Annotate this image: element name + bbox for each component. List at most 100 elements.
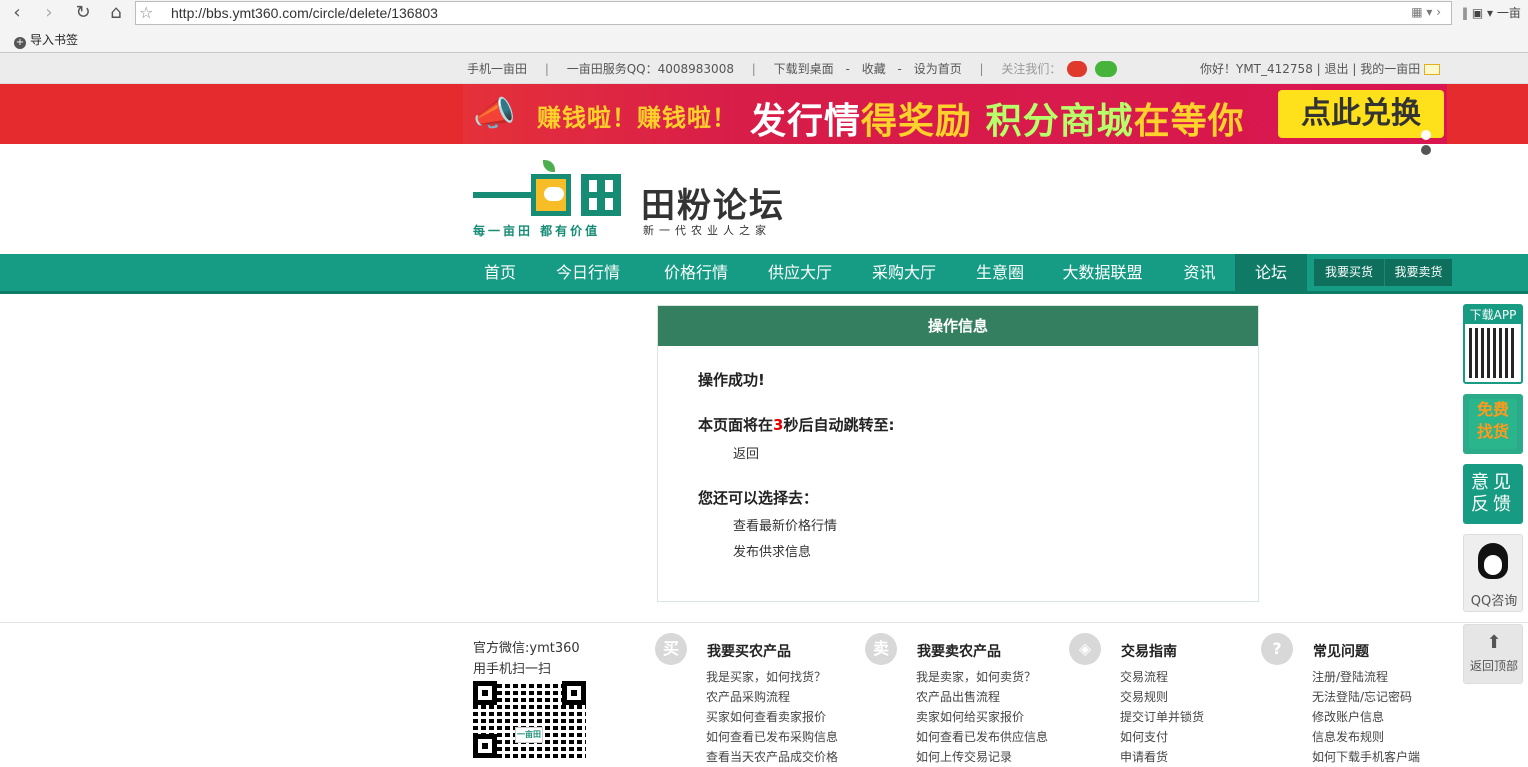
carousel-dot[interactable] [1421, 130, 1431, 140]
qq-consult-label: QQ咨询 [1470, 594, 1518, 609]
footer-link[interactable]: 查看当天农产品成交价格 [706, 747, 838, 767]
redirect-message: 本页面将在3秒后自动跳转至: [698, 414, 894, 435]
plus-icon: + [14, 37, 26, 49]
footer-link[interactable]: 申请看货 [1120, 747, 1204, 767]
publish-info-link[interactable]: 发布供求信息 [733, 541, 811, 560]
download-link[interactable]: 下载到桌面 [774, 62, 834, 76]
download-app-widget[interactable]: 下载APP [1463, 304, 1523, 384]
footer-col-title: 我要卖农产品 [917, 644, 1001, 660]
footer-link[interactable]: 农产品出售流程 [916, 687, 1048, 707]
redirect-prefix: 本页面将在 [698, 416, 774, 434]
qq-consult-button[interactable]: QQ咨询 [1463, 534, 1523, 612]
footer-link[interactable]: 如何支付 [1120, 727, 1204, 747]
nav-purchase-hall[interactable]: 采购大厅 [864, 254, 944, 291]
nav-news[interactable]: 资讯 [1172, 254, 1227, 291]
extension-area[interactable]: ‖ ▣ ▾ 一亩 [1462, 4, 1521, 21]
operation-info-panel: 操作信息 操作成功! 本页面将在3秒后自动跳转至: 返回 您还可以选择去： 查看… [657, 305, 1259, 602]
feedback-line2: 反馈 [1471, 494, 1515, 515]
feedback-line1: 意见 [1471, 472, 1515, 493]
free-find-goods-button[interactable]: 免费 找货 [1463, 394, 1523, 454]
homepage-link[interactable]: 设为首页 [914, 62, 962, 76]
reload-icon[interactable]: ↻ [72, 2, 94, 24]
address-bar[interactable]: ☆ http://bbs.ymt360.com/circle/delete/13… [135, 1, 1452, 25]
promo-banner[interactable]: 📣 赚钱啦！赚钱啦！ 发行情得奖励 积分商城在等你 点此兑换 [0, 84, 1528, 155]
qr-corner [562, 681, 586, 705]
download-app-label: 下载APP [1465, 306, 1521, 324]
footer-link[interactable]: 交易规则 [1120, 687, 1204, 707]
megaphone-icon: 📣 [473, 94, 516, 134]
footer-link[interactable]: 提交订单并锁货 [1120, 707, 1204, 727]
footer-link[interactable]: 信息发布规则 [1312, 727, 1420, 747]
top-utility-bar: 手机一亩田 | 一亩田服务QQ：4008983008 | 下载到桌面 - 收藏 … [0, 53, 1528, 84]
banner-earn-text: 赚钱啦！赚钱啦！ [537, 104, 737, 132]
footer-link[interactable]: 农产品采购流程 [706, 687, 838, 707]
logo-slogan: 每一亩田 都有价值 [473, 224, 601, 238]
sell-goods-button[interactable]: 我要卖货 [1384, 259, 1452, 286]
back-link[interactable]: 返回 [733, 443, 759, 462]
scan-hint: 用手机扫一扫 [473, 662, 552, 677]
nav-big-data[interactable]: 大数据联盟 [1055, 254, 1150, 291]
forum-title: 田粉论坛 [641, 186, 785, 226]
nav-business-circle[interactable]: 生意圈 [965, 254, 1035, 291]
footer-col-title: 我要买农产品 [707, 644, 791, 660]
footer-link[interactable]: 如何下载手机客户端 [1312, 747, 1420, 767]
divider: | [751, 62, 756, 76]
slogan-part: 发行情 [750, 101, 862, 142]
bookmark-label: 导入书签 [30, 33, 79, 47]
latest-price-link[interactable]: 查看最新价格行情 [733, 515, 837, 534]
nav-today-market[interactable]: 今日行情 [548, 254, 628, 291]
footer-col-title: 交易指南 [1121, 644, 1177, 660]
bookmark-star-icon[interactable]: ☆ [139, 3, 153, 23]
footer-link[interactable]: 卖家如何给买家报价 [916, 707, 1048, 727]
home-icon[interactable]: ⌂ [105, 2, 127, 24]
bookmark-import[interactable]: + 导入书签 [14, 32, 78, 49]
chat-bubble-icon [531, 174, 571, 216]
success-message: 操作成功! [698, 371, 765, 389]
redirect-suffix: 秒后自动跳转至: [783, 416, 895, 434]
wechat-qr-code: 一亩田 [473, 681, 586, 758]
buy-icon: 买 [655, 633, 687, 665]
dash: - [845, 62, 850, 76]
back-icon[interactable]: ‹ [6, 2, 28, 24]
nav-home[interactable]: 首页 [474, 254, 526, 291]
weibo-icon[interactable] [1067, 61, 1088, 77]
footer-link[interactable]: 买家如何查看卖家报价 [706, 707, 838, 727]
logout-link[interactable]: 退出 [1325, 62, 1349, 76]
nav-price-market[interactable]: 价格行情 [656, 254, 736, 291]
qq-service: 一亩田服务QQ：4008983008 [566, 62, 734, 76]
my-account-link[interactable]: 我的一亩田 [1360, 62, 1420, 76]
carousel-dot[interactable] [1421, 145, 1431, 155]
footer-link[interactable]: 修改账户信息 [1312, 707, 1420, 727]
footer-link[interactable]: 如何查看已发布供应信息 [916, 727, 1048, 747]
footer-col-title: 常见问题 [1313, 644, 1369, 660]
slogan-part: 得奖励 [861, 101, 973, 142]
qr-dropdown-icon[interactable]: ▦ ▾ › [1411, 5, 1441, 19]
nav-supply-hall[interactable]: 供应大厅 [760, 254, 840, 291]
footer-link[interactable]: 我是买家，如何找货？ [706, 667, 838, 687]
footer-link[interactable]: 我是卖家，如何卖货？ [916, 667, 1048, 687]
footer-link[interactable]: 无法登陆/忘记密码 [1312, 687, 1420, 707]
redeem-button[interactable]: 点此兑换 [1278, 90, 1444, 138]
footer-link[interactable]: 注册/登陆流程 [1312, 667, 1420, 687]
buy-goods-button[interactable]: 我要买货 [1314, 259, 1384, 286]
sell-icon: 卖 [865, 633, 897, 665]
favorite-link[interactable]: 收藏 [862, 62, 886, 76]
footer-link[interactable]: 交易流程 [1120, 667, 1204, 687]
mail-icon[interactable] [1424, 64, 1441, 75]
site-logo[interactable]: 每一亩田 都有价值 田粉论坛 新一代农业人之家 [473, 160, 803, 240]
footer-link[interactable]: 如何上传交易记录 [916, 747, 1048, 767]
nav-forum[interactable]: 论坛 [1235, 254, 1307, 291]
footer-link[interactable]: 如何查看已发布采购信息 [706, 727, 838, 747]
free-find-text: 免费 找货 [1469, 399, 1517, 449]
carousel-dots[interactable] [1421, 129, 1447, 159]
qq-penguin-icon [1478, 543, 1508, 579]
forum-subtitle: 新一代农业人之家 [643, 224, 771, 237]
feedback-button[interactable]: 意见 反馈 [1463, 464, 1523, 524]
forward-icon[interactable]: › [38, 2, 60, 24]
field-icon [581, 174, 621, 216]
mobile-link[interactable]: 手机一亩田 [467, 62, 527, 76]
url-text[interactable]: http://bbs.ymt360.com/circle/delete/1368… [171, 5, 438, 22]
question-icon: ? [1261, 633, 1293, 665]
wechat-icon[interactable] [1095, 61, 1118, 77]
divider: | [979, 62, 984, 76]
